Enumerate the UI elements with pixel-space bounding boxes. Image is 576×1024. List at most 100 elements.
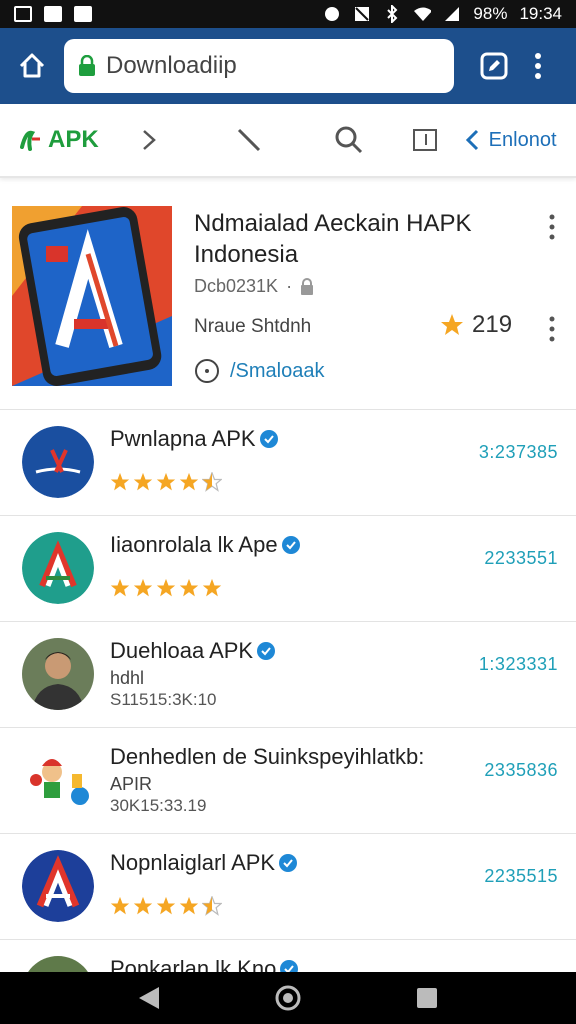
app-name-text: Pwnlapna APK [110,426,256,451]
list-item[interactable]: Pwnlapna APK 3:237385 [0,410,576,516]
featured-app-size: Dcb0231K · [194,276,314,297]
featured-download-link[interactable]: /Smaloaak [194,358,325,384]
more-vertical-icon [549,214,555,240]
star-icon [156,578,176,597]
star-icon [110,578,130,597]
home-button[interactable] [12,46,52,86]
star-half-icon [202,472,222,492]
app-list: Pwnlapna APK 3:237385 Iiaonrolala lk Ape [0,410,576,1024]
browser-bar: Downloadiip [0,28,576,104]
download-count: 2235515 [484,866,558,886]
download-count: 3:237385 [478,442,558,462]
app-name[interactable]: Iiaonrolala lk Ape [110,532,300,558]
app-name-text: Duehloaa APK [110,638,254,663]
featured-more-button[interactable] [540,212,564,242]
rating-stars [110,472,222,492]
list-item[interactable]: Denhedlen de Suinkspeyihlatkb: APIR 30K1… [0,728,576,834]
featured-app-image[interactable] [12,206,172,386]
status-bar: 98% 19:34 [0,0,576,28]
star-icon [133,472,153,491]
download-count: 1:323331 [478,654,558,674]
star-icon [179,896,199,915]
forward-button[interactable] [129,120,169,160]
star-icon [133,578,153,597]
edit-tool-button[interactable] [229,120,269,160]
featured-developer: Nraue Shtdnh [194,316,312,337]
featured-more-button-2[interactable] [540,314,564,344]
app-name[interactable]: Duehloaa APK [110,638,276,664]
search-icon [335,126,362,154]
download-count: 2233551 [484,548,558,568]
app-icon-avatar [22,638,94,710]
verified-badge-icon [279,854,298,872]
list-item[interactable]: Duehloaa APK hdhl S11515:3K:10 1:323331 [0,622,576,728]
featured-link-text: /Smaloaak [230,359,325,382]
lock-icon [301,277,314,295]
verified-badge-icon [259,430,278,448]
star-icon [110,896,130,915]
smiley-icon [195,359,219,383]
verified-badge-icon [281,536,300,554]
app-name[interactable]: Nopnlaiglarl APK [110,850,298,876]
list-item[interactable]: Nopnlaiglarl APK 2235515 [0,834,576,940]
battery-text: 98% [473,4,508,23]
back-triangle-icon[interactable] [137,985,161,1011]
star-half-icon [202,896,222,916]
upload-notification-icon [44,6,62,22]
back-link-label: Enlonot [488,128,557,151]
page-number-icon [412,129,437,151]
more-vertical-icon [549,316,555,342]
app-icon [22,744,94,816]
clock: 19:34 [519,4,562,23]
star-icon [110,472,130,491]
back-link[interactable]: Enlonot [465,128,557,152]
star-icon [441,314,463,335]
featured-rating-value: 219 [472,311,513,338]
edit-icon [480,52,508,80]
gallery-notification-icon [14,6,32,22]
search-button[interactable] [329,120,369,160]
message-notification-icon [74,6,92,22]
app-name-text: Nopnlaiglarl APK [110,850,276,875]
apk-logo-icon [20,130,40,151]
featured-app-title[interactable]: Ndmaialad Aeckain HAPK Indonesia [194,208,514,270]
list-item[interactable]: Iiaonrolala lk Ape 2233551 [0,516,576,622]
star-icon [179,578,199,597]
star-icon [156,472,176,491]
mute-icon [353,5,371,23]
app-icon [22,426,94,498]
separator-dot: · [286,276,293,296]
bluetooth-icon [383,5,401,23]
featured-size-text: Dcb0231K [194,276,279,296]
star-icon [156,896,176,915]
recents-square-icon[interactable] [415,986,439,1010]
overflow-menu-button[interactable] [526,46,550,86]
rating-stars [110,896,222,916]
apk-logo[interactable]: APK [18,126,99,154]
app-meta: S11515:3K:10 [110,690,217,709]
tabs-button[interactable] [474,46,514,86]
star-icon [202,578,222,597]
app-icon [22,850,94,922]
lock-icon [79,55,95,76]
apk-logo-text: APK [48,126,99,153]
site-toolbar: APK Enlonot [0,104,576,178]
app-name[interactable]: Denhedlen de Suinkspeyihlatkb: [110,744,424,770]
app-name[interactable]: Pwnlapna APK [110,426,278,452]
url-text: Downloadiip [106,52,237,79]
home-icon [19,53,45,78]
chevron-left-icon [465,129,478,151]
more-vertical-icon [535,53,541,79]
chevron-right-icon [142,130,156,150]
pencil-line-icon [237,128,260,152]
app-name-text: Denhedlen de Suinkspeyihlatkb: [110,744,425,769]
app-subtitle: APIR [110,774,153,794]
featured-app-card[interactable]: Ndmaialad Aeckain HAPK Indonesia Dcb0231… [0,190,576,410]
app-meta: 30K15:33.19 [110,796,207,815]
star-icon [133,896,153,915]
page-count-button[interactable] [405,120,445,160]
url-bar[interactable]: Downloadiip [64,39,454,93]
featured-rating: 219 [440,311,512,339]
home-circle-icon[interactable] [274,984,302,1012]
alarm-icon [323,5,341,23]
